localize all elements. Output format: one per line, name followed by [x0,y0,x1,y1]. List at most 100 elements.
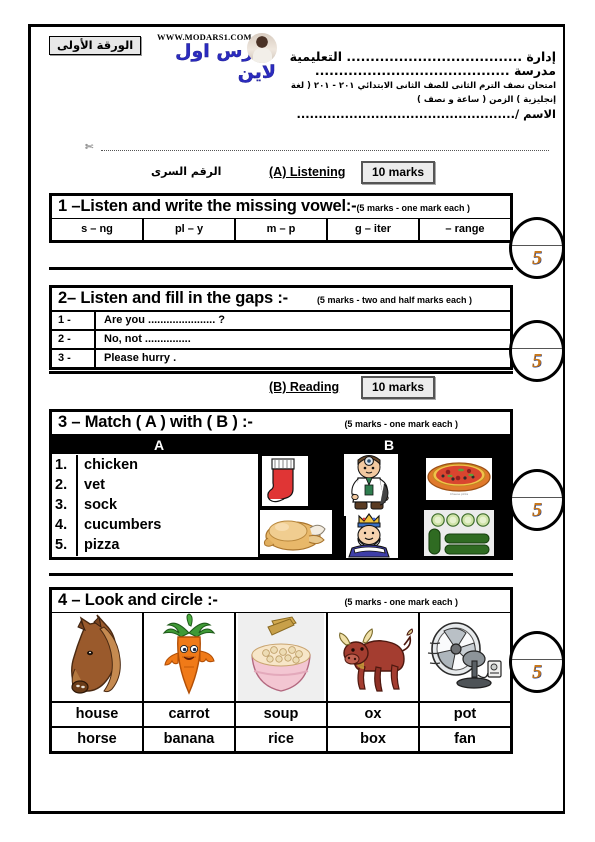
section-b-title: (B) Reading [269,380,340,394]
administration-line: إدارة ..................................… [289,49,556,64]
page-right-border [563,24,565,814]
list-item-number: 3. [55,497,68,513]
gap-row: 2 - No, not ............... [52,331,510,348]
chicken-image[interactable] [260,510,333,554]
item-words: chicken vet sock cucumbers pizza [76,455,258,556]
question-3-score-circle[interactable]: 5 [509,469,565,531]
list-item[interactable]: sock [84,495,258,515]
question-1-title: 1 –Listen and write the missing vowel:- [58,197,357,215]
scissors-icon: ✄ [85,142,94,153]
question-1-score-value: 5 [532,246,542,269]
choice-option[interactable]: pot [420,703,510,726]
king-image[interactable] [346,512,399,558]
exam-page: الورقة الأولى WWW.MODARS1.COM مدرس اول ل… [0,0,595,842]
gap-row-number: 1 - [52,312,94,329]
question-2-rows: 1 - Are you ...................... ? 2 -… [51,312,511,368]
choice-option[interactable]: horse [52,728,142,751]
question-1-cells: s – ng pl – y m – p g – iter – range [51,219,511,241]
section-a-title: (A) Listening [269,165,346,179]
choice-option[interactable]: carrot [144,703,234,726]
section-a-marks-box: 10 marks [361,161,436,184]
list-item[interactable]: vet [84,475,258,495]
dotted-rule [101,150,549,151]
vowel-cell[interactable]: – range [420,219,510,240]
svg-text:Cheese pizza: Cheese pizza [450,492,469,496]
choice-option[interactable]: soup [236,703,326,726]
pizza-image[interactable]: Cheese pizza [426,458,493,500]
horse-image[interactable] [52,613,142,701]
choices-row-top: house carrot soup ox pot [52,703,510,726]
gap-row-number: 3 - [52,350,94,367]
student-name-line: الاسم /.................................… [296,107,556,121]
gap-row: 3 - Please hurry . [52,350,510,367]
question-4-header: 4 – Look and circle :- (5 marks - one ma… [52,590,510,612]
choice-option[interactable]: rice [236,728,326,751]
question-3-block: 3 – Match ( A ) with ( B ) :- (5 marks -… [49,409,513,560]
question-2-marks: (5 marks - two and half marks each ) [316,295,472,305]
question-3-header: 3 – Match ( A ) with ( B ) :- (5 marks -… [52,412,510,434]
paper-number-badge: الورقة الأولى [49,36,142,55]
vowel-cell[interactable]: pl – y [144,219,234,240]
gap-row: 1 - Are you ...................... ? [52,312,510,329]
question-3-title: 3 – Match ( A ) with ( B ) :- [58,413,253,431]
cut-here-line: ✄ [79,142,549,155]
question-1-header: 1 –Listen and write the missing vowel:- … [52,196,510,218]
question-3-marks: (5 marks - one mark each ) [344,419,458,429]
choices-row-bottom: horse banana rice box fan [52,728,510,751]
choice-option[interactable]: fan [420,728,510,751]
question-4-pictures [51,613,511,701]
question-2-header: 2– Listen and fill in the gaps :- (5 mar… [52,288,510,310]
question-3-body: 1. 2. 3. 4. 5. chicken vet sock cucumber… [51,454,511,558]
school-line: مدرسة ..................................… [314,63,556,78]
list-item-number: 4. [55,517,68,533]
list-item[interactable]: pizza [84,535,258,555]
gap-row-text[interactable]: Are you ...................... ? [96,312,510,329]
question-4-score-circle[interactable]: 5 [509,631,565,693]
question-4-title: 4 – Look and circle :- [58,591,218,609]
list-item[interactable]: cucumbers [84,515,258,535]
page-frame: الورقة الأولى WWW.MODARS1.COM مدرس اول ل… [28,24,565,814]
vowel-cell[interactable]: g – iter [328,219,418,240]
list-item-number: 1. [55,457,68,473]
choice-option[interactable]: ox [328,703,418,726]
gap-row-text[interactable]: No, not ............... [96,331,510,348]
choice-option[interactable]: box [328,728,418,751]
question-4-choices: house carrot soup ox pot horse banana ri… [51,703,511,752]
question-3-column-headers: A B [51,435,511,454]
question-1-marks: (5 marks - one mark each ) [356,203,470,213]
vet-image[interactable] [344,454,399,516]
question-4-marks: (5 marks - one mark each ) [344,597,458,607]
gap-row-text[interactable]: Please hurry . [96,350,510,367]
question-2-title: 2– Listen and fill in the gaps :- [58,289,288,307]
list-item-number: 2. [55,477,68,493]
vowel-cell[interactable]: m – p [236,219,326,240]
question-3-score-value: 5 [532,498,542,521]
section-b-row: (B) Reading 10 marks [31,376,568,400]
question-2-score-circle[interactable]: 5 [509,320,565,382]
choice-option[interactable]: banana [144,728,234,751]
item-numbers: 1. 2. 3. 4. 5. [52,455,76,556]
question-1-score-circle[interactable]: 5 [509,217,565,279]
question-3-column-a: 1. 2. 3. 4. 5. chicken vet sock cucumber… [52,454,259,557]
cucumbers-image[interactable] [424,510,495,556]
secret-number-label: الرقم السرى [151,165,222,178]
question-2-score-value: 5 [532,349,542,372]
ox-image[interactable] [328,613,418,701]
carrot-image[interactable] [144,613,234,701]
section-b-marks-text: 10 marks [372,380,425,394]
vowel-cell[interactable]: s – ng [52,219,142,240]
gap-row-number: 2 - [52,331,94,348]
site-logo: WWW.MODARS1.COM مدرس اول لاين [155,31,277,83]
section-a-marks-text: 10 marks [372,165,425,179]
exam-description-line: امتحان نصف الترم الثانى للصف الثانى الاب… [290,81,556,105]
school-info-block: إدارة ..................................… [266,49,556,107]
fan-image[interactable] [420,613,510,701]
section-b-marks-box: 10 marks [361,376,436,399]
sock-image[interactable] [262,456,309,506]
list-item[interactable]: chicken [84,455,258,475]
list-item-number: 5. [55,537,68,553]
choice-option[interactable]: house [52,703,142,726]
column-a-label: A [154,437,165,453]
soup-bowl-image[interactable] [236,613,326,701]
question-3-column-b: Cheese pizza [258,454,510,558]
